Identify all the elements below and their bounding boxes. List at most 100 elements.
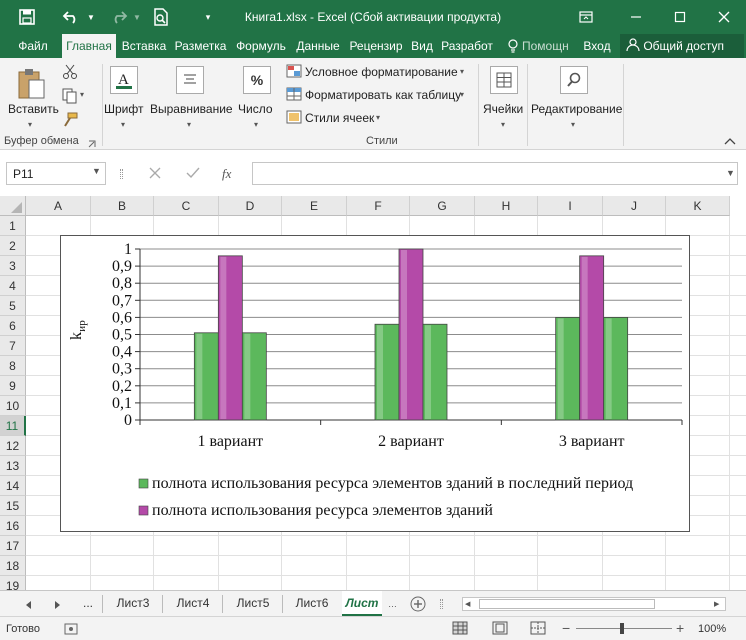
undo-icon[interactable] — [58, 7, 84, 27]
cell-styles-button[interactable]: Стили ячеек ▾ — [284, 109, 394, 127]
row-header-14[interactable]: 14 — [0, 476, 26, 496]
number-button[interactable]: % Число ▾ — [236, 62, 278, 134]
row-header-16[interactable]: 16 — [0, 516, 26, 536]
formula-input[interactable] — [252, 162, 738, 185]
tab-view[interactable]: Вид — [408, 34, 436, 58]
column-header-g[interactable]: G — [410, 196, 475, 216]
row-header-19[interactable]: 19 — [0, 576, 26, 590]
paste-button[interactable]: Вставить ▾ — [6, 62, 59, 134]
sheet-tab[interactable]: Лист5 — [224, 591, 282, 616]
format-painter-icon[interactable] — [62, 112, 80, 130]
tab-split-handle[interactable] — [440, 599, 443, 609]
row-header-6[interactable]: 6 — [0, 316, 26, 336]
row-header-12[interactable]: 12 — [0, 436, 26, 456]
editing-button[interactable]: Редактирование ▾ — [529, 62, 622, 134]
row-header-2[interactable]: 2 — [0, 236, 26, 256]
row-header-11[interactable]: 11 — [0, 416, 26, 436]
column-header-i[interactable]: I — [538, 196, 603, 216]
row-header-4[interactable]: 4 — [0, 276, 26, 296]
sheet-tab[interactable]: Лист6 — [284, 591, 340, 616]
sign-in-link[interactable]: Вход — [580, 34, 614, 58]
sheet-tab-more[interactable]: ... — [74, 591, 102, 616]
row-header-8[interactable]: 8 — [0, 356, 26, 376]
row-header-1[interactable]: 1 — [0, 216, 26, 236]
scrollbar-thumb[interactable] — [479, 599, 655, 609]
page-layout-icon[interactable] — [492, 621, 508, 638]
sheet-tab[interactable]: Лист4 — [164, 591, 222, 616]
insert-function-icon[interactable]: fx — [222, 166, 231, 182]
column-header-h[interactable]: H — [475, 196, 538, 216]
row-header-18[interactable]: 18 — [0, 556, 26, 576]
close-icon[interactable] — [704, 0, 744, 34]
new-sheet-icon[interactable] — [410, 596, 426, 615]
sheet-tab-active[interactable]: Лист — [342, 591, 382, 616]
clipboard-launcher-icon[interactable] — [88, 137, 98, 148]
column-header-d[interactable]: D — [219, 196, 282, 216]
tab-insert[interactable]: Вставка — [119, 34, 169, 58]
row-header-7[interactable]: 7 — [0, 336, 26, 356]
zoom-level[interactable]: 100% — [698, 623, 726, 635]
row-header-10[interactable]: 10 — [0, 396, 26, 416]
row-header-9[interactable]: 9 — [0, 376, 26, 396]
share-button[interactable]: Общий доступ — [620, 34, 744, 58]
column-header-f[interactable]: F — [347, 196, 410, 216]
name-box-dropdown-icon[interactable]: ▼ — [92, 166, 101, 176]
format-as-table-button[interactable]: Форматировать как таблицу ▾ — [284, 86, 470, 104]
zoom-out-icon[interactable]: − — [562, 621, 570, 635]
ribbon-display-icon[interactable] — [566, 0, 606, 34]
save-icon[interactable] — [16, 7, 38, 27]
copy-icon[interactable]: ▾ — [62, 88, 90, 106]
column-header-k[interactable]: K — [666, 196, 730, 216]
maximize-icon[interactable] — [660, 0, 700, 34]
expand-formula-bar-icon[interactable]: ▼ — [726, 168, 735, 178]
normal-view-icon[interactable] — [452, 621, 468, 638]
row-header-17[interactable]: 17 — [0, 536, 26, 556]
column-header-j[interactable]: J — [603, 196, 666, 216]
tab-data[interactable]: Данные — [293, 34, 343, 58]
tab-review[interactable]: Рецензир — [346, 34, 406, 58]
redo-dropdown-icon[interactable]: ▼ — [132, 7, 142, 27]
tell-me-box[interactable]: Помощн — [522, 34, 574, 58]
cells-button[interactable]: Ячейки ▾ — [481, 62, 527, 134]
lightbulb-icon[interactable] — [506, 34, 520, 58]
tab-home[interactable]: Главная — [62, 34, 116, 59]
prev-sheet-icon[interactable] — [24, 599, 32, 613]
column-header-c[interactable]: C — [154, 196, 219, 216]
column-header-e[interactable]: E — [282, 196, 347, 216]
next-sheet-icon[interactable] — [54, 599, 62, 613]
row-header-3[interactable]: 3 — [0, 256, 26, 276]
zoom-slider-thumb[interactable] — [620, 623, 624, 634]
name-box[interactable]: P11 — [6, 162, 106, 185]
page-break-icon[interactable] — [530, 621, 546, 638]
select-all-corner[interactable] — [0, 196, 26, 216]
zoom-slider[interactable] — [576, 628, 672, 629]
horizontal-scrollbar[interactable]: ◀ ▶ — [462, 597, 726, 611]
minimize-icon[interactable] — [616, 0, 656, 34]
column-header-b[interactable]: B — [91, 196, 154, 216]
sheet-tab[interactable]: Лист3 — [104, 591, 162, 616]
cut-icon[interactable] — [62, 64, 80, 82]
row-header-5[interactable]: 5 — [0, 296, 26, 316]
collapse-ribbon-icon[interactable] — [724, 134, 738, 146]
zoom-in-icon[interactable]: + — [676, 621, 684, 635]
undo-dropdown-icon[interactable]: ▼ — [86, 7, 96, 27]
tab-layout[interactable]: Разметка — [172, 34, 229, 58]
font-button[interactable]: A Шрифт ▾ — [104, 62, 146, 134]
macro-record-icon[interactable] — [64, 622, 78, 639]
tab-file[interactable]: Файл — [8, 34, 58, 58]
confirm-entry-icon[interactable] — [186, 166, 200, 183]
conditional-formatting-button[interactable]: Условное форматирование ▾ — [284, 63, 470, 81]
scroll-right-icon[interactable]: ▶ — [714, 600, 719, 608]
chart[interactable]: 0 0,1 0,2 0,3 0,4 0,5 0,6 0,7 0,8 0,9 1 k ир 1 вариан… — [60, 235, 690, 532]
tab-developer[interactable]: Разработ — [438, 34, 496, 58]
resize-handle[interactable] — [120, 169, 123, 179]
cancel-entry-icon[interactable] — [148, 166, 162, 183]
row-header-13[interactable]: 13 — [0, 456, 26, 476]
column-header-a[interactable]: A — [26, 196, 91, 216]
row-header-15[interactable]: 15 — [0, 496, 26, 516]
print-preview-icon[interactable] — [150, 7, 172, 27]
scroll-left-icon[interactable]: ◀ — [465, 600, 470, 608]
alignment-button[interactable]: Выравнивание ▾ — [148, 62, 234, 134]
tab-formulas[interactable]: Формуль — [232, 34, 290, 58]
more-sheets-icon[interactable]: … — [388, 599, 397, 609]
